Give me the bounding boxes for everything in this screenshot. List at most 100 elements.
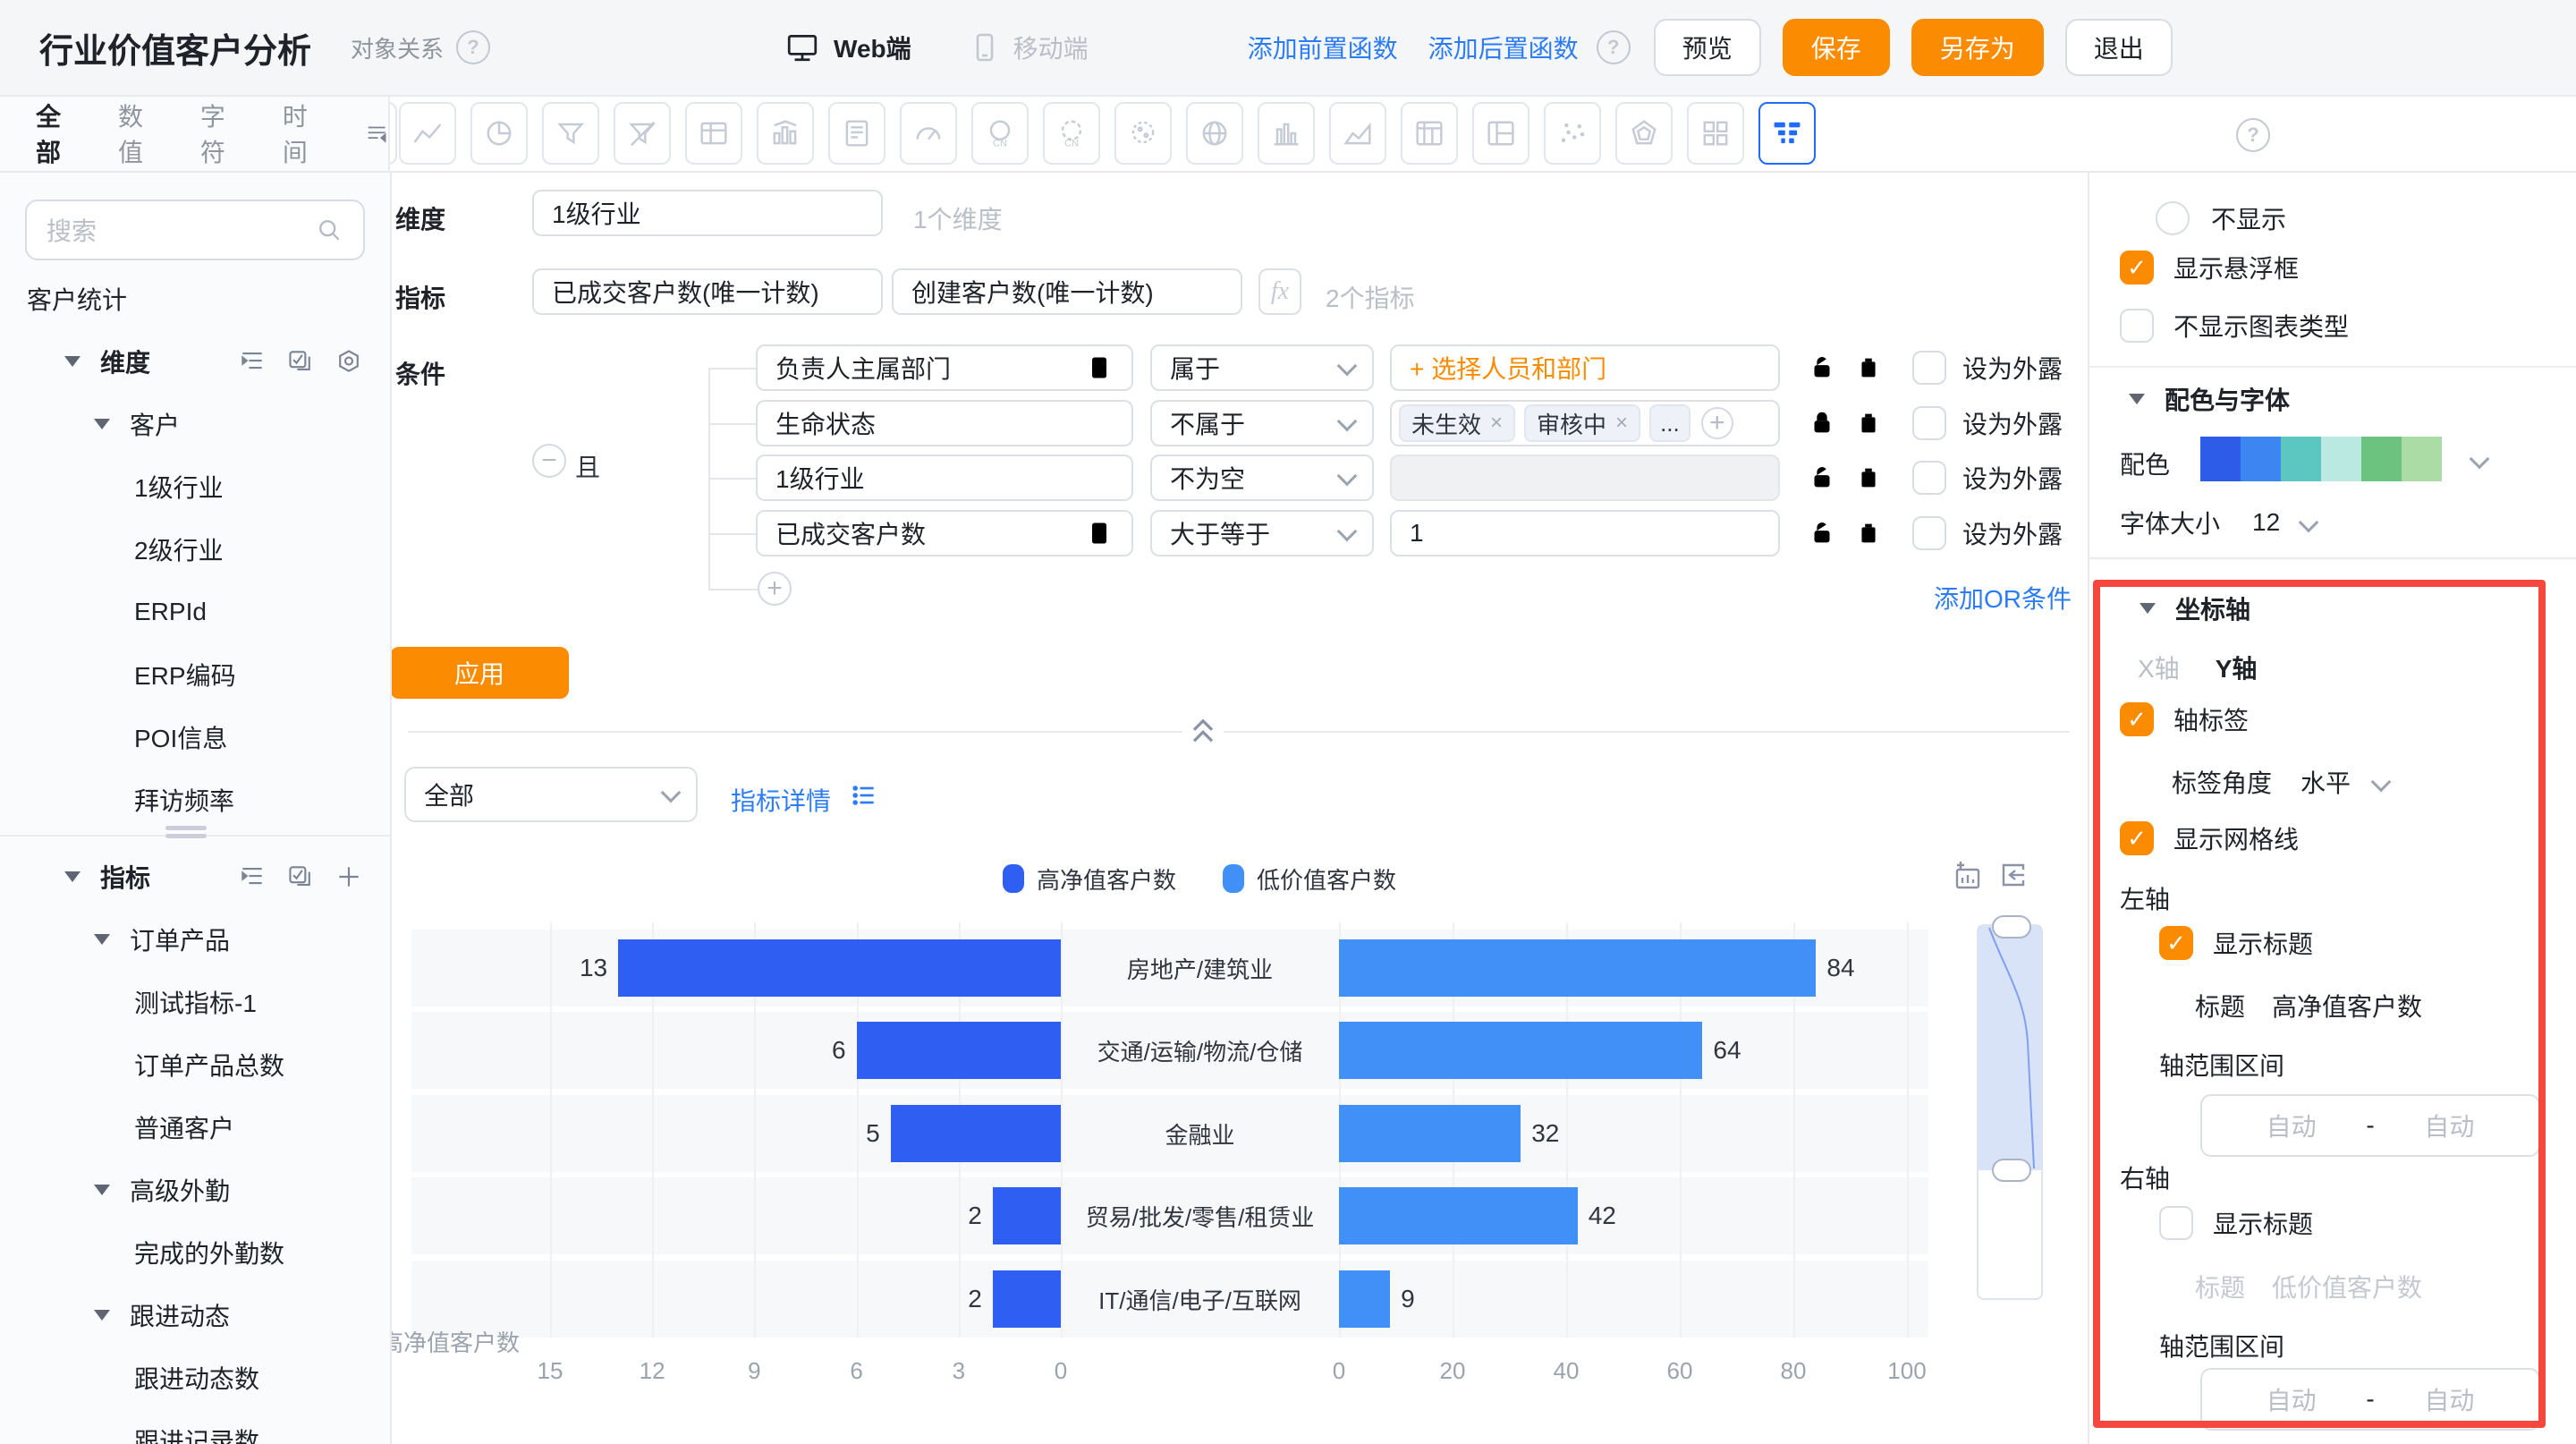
list-item[interactable]: 订单产品总数 (0, 1033, 390, 1096)
settings-hexagon-icon[interactable] (335, 347, 363, 376)
label-angle-row[interactable]: 标签角度 水平 (2172, 764, 2388, 800)
list-item[interactable]: 2级行业 (0, 518, 390, 581)
toolbar-icon-funnel[interactable] (542, 102, 599, 165)
range-max-input[interactable]: 自动 (2375, 1108, 2524, 1143)
toolbar-icon-report[interactable] (828, 102, 886, 165)
export-back-icon[interactable] (1997, 859, 2029, 891)
legend-item[interactable]: 低价值客户数 (1223, 862, 1396, 896)
tag[interactable]: 审核中× (1524, 404, 1640, 442)
chart-row[interactable]: 2 贸易/批发/零售/租赁业 42 (408, 1177, 1928, 1254)
range-min-input[interactable]: 自动 (2216, 1381, 2366, 1417)
more-tags-button[interactable]: ... (1649, 404, 1690, 442)
right-bar[interactable] (1339, 1270, 1390, 1328)
dimension-header[interactable]: 维度 (0, 330, 390, 393)
drag-handle-icon[interactable] (165, 826, 207, 840)
right-axis-range[interactable]: 自动 - 自动 (2200, 1368, 2540, 1431)
sidebar-splitter[interactable] (0, 835, 390, 845)
add-metric-icon[interactable] (335, 862, 363, 891)
expose-checkbox[interactable] (1912, 406, 1946, 440)
trash-icon[interactable] (1853, 518, 1884, 548)
toolbar-icon-bidirectional-bar[interactable] (1758, 102, 1816, 165)
condition-field[interactable]: 已成交客户数 (756, 510, 1133, 556)
toolbar-icon-pie-chart[interactable] (470, 102, 528, 165)
datazoom-handle-middle[interactable] (1992, 1159, 2031, 1182)
checkbox-right-show-title[interactable]: 显示标题 (2159, 1205, 2313, 1241)
web-toggle[interactable]: Web端 (785, 30, 911, 65)
right-bar[interactable] (1339, 1105, 1521, 1162)
toolbar-icon-radar[interactable] (1615, 102, 1673, 165)
datazoom-handle-top[interactable] (1992, 915, 2031, 939)
exit-button[interactable]: 退出 (2065, 19, 2173, 76)
left-axis-range[interactable]: 自动 - 自动 (2200, 1094, 2540, 1157)
dimension-group-customer[interactable]: 客户 (0, 393, 390, 455)
multi-select-icon[interactable] (286, 347, 315, 376)
condition-value-picker[interactable]: + 选择人员和部门 (1390, 344, 1780, 391)
unlock-icon[interactable] (1807, 463, 1837, 493)
expose-checkbox[interactable] (1912, 351, 1946, 385)
tag[interactable]: 未生效× (1399, 404, 1515, 442)
close-icon[interactable]: × (1615, 411, 1628, 436)
multi-select-icon[interactable] (286, 862, 315, 891)
trash-icon[interactable] (1853, 408, 1884, 438)
toolbar-icon-map-cn-1[interactable]: CN (971, 102, 1029, 165)
lock-icon[interactable] (1807, 408, 1837, 438)
collapse-config-button[interactable] (1182, 711, 1224, 751)
left-bar[interactable] (891, 1105, 1061, 1162)
unlock-icon[interactable] (1807, 518, 1837, 548)
section-color-font[interactable]: 配色与字体 (2129, 381, 2290, 417)
toolbar-icon-scatter[interactable] (1544, 102, 1601, 165)
checkbox-left-show-title[interactable]: ✓显示标题 (2159, 925, 2313, 961)
list-item[interactable]: 完成的外勤数 (0, 1221, 390, 1284)
unlock-icon[interactable] (1807, 353, 1837, 383)
condition-value-input[interactable]: 1 (1390, 510, 1780, 556)
toolbar-icon-quadrant[interactable] (1687, 102, 1744, 165)
toolbar-icon-map-cn-2[interactable]: CN (1043, 102, 1100, 165)
add-condition-button[interactable]: + (758, 572, 792, 606)
legend-item[interactable]: 高净值客户数 (1003, 862, 1176, 896)
toolbar-icon-histogram[interactable] (1258, 102, 1315, 165)
right-bar[interactable] (1339, 1187, 1578, 1244)
tab-time[interactable]: 时间 (283, 98, 324, 169)
remove-group-button[interactable]: − (532, 444, 566, 478)
metric-group[interactable]: 订单产品 (0, 908, 390, 971)
close-icon[interactable]: × (1490, 411, 1503, 436)
trash-icon[interactable] (1853, 353, 1884, 383)
metric-detail-link[interactable]: 指标详情 (731, 782, 831, 818)
left-bar[interactable] (993, 1270, 1061, 1328)
condition-field[interactable]: 1级行业 (756, 454, 1133, 501)
chart-row[interactable]: 5 金融业 32 (408, 1095, 1928, 1172)
expose-checkbox[interactable] (1912, 516, 1946, 550)
toolbar-icon-map-cn-3[interactable] (1114, 102, 1172, 165)
save-button[interactable]: 保存 (1783, 19, 1890, 76)
metric-field-1[interactable]: 已成交客户数(唯一计数) (532, 268, 883, 315)
checkbox-axis-labels[interactable]: ✓轴标签 (2120, 701, 2249, 737)
checkbox-hide-chart-type[interactable]: 不显示图表类型 (2120, 308, 2349, 344)
apply-button[interactable]: 应用 (390, 647, 569, 699)
chart-row[interactable]: 13 房地产/建筑业 84 (408, 930, 1928, 1007)
trash-icon[interactable] (1853, 463, 1884, 493)
add-pre-function-link[interactable]: 添加前置函数 (1248, 30, 1398, 65)
list-item[interactable]: ERP编码 (0, 643, 390, 706)
toolbar-icon-funnel-filtered[interactable] (614, 102, 671, 165)
toolbar-icon-table[interactable] (685, 102, 742, 165)
save-as-button[interactable]: 另存为 (1911, 19, 2044, 76)
add-post-function-link[interactable]: 添加后置函数 (1428, 30, 1579, 65)
toolbar-icon-pivot-table[interactable] (1401, 102, 1458, 165)
toolbar-icon-line-chart[interactable] (399, 102, 456, 165)
section-axes[interactable]: 坐标轴 (2140, 590, 2250, 626)
condition-operator[interactable]: 属于 (1150, 344, 1374, 391)
toolbar-icon-bar-trend[interactable] (757, 102, 814, 165)
condition-field[interactable]: 生命状态 (756, 400, 1133, 446)
tab-number[interactable]: 数值 (118, 98, 159, 169)
object-relation-link[interactable]: 对象关系 (351, 31, 444, 64)
condition-value-tags[interactable]: 未生效× 审核中× ... + (1390, 400, 1780, 446)
indent-list-icon[interactable] (238, 862, 267, 891)
dimension-field[interactable]: 1级行业 (532, 190, 883, 236)
range-max-input[interactable]: 自动 (2375, 1381, 2524, 1417)
metric-group[interactable]: 跟进动态 (0, 1284, 390, 1346)
org-picker-icon[interactable] (1085, 353, 1114, 382)
right-bar[interactable] (1339, 1022, 1702, 1079)
metric-header[interactable]: 指标 (0, 845, 390, 908)
search-input[interactable]: 搜索 (25, 200, 365, 260)
toolbar-help-icon[interactable]: ? (2236, 118, 2270, 152)
